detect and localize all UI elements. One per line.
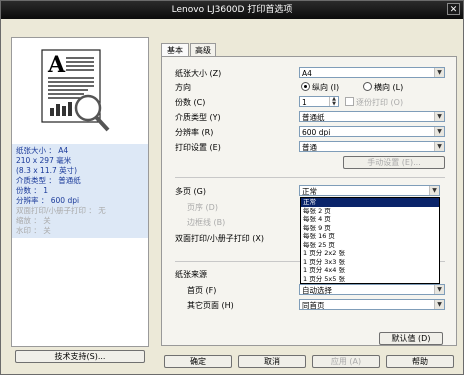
tab-basic[interactable]: 基本 xyxy=(161,43,189,57)
support-button[interactable]: 技术支持(S)... xyxy=(15,350,145,363)
settings-summary: 纸张大小 ： A4 210 x 297 毫米 (8.3 x 11.7 英寸) 介… xyxy=(12,144,148,238)
summary-media-type: 介质类型 ： 普通纸 xyxy=(16,176,81,185)
print-settings-value: 普通 xyxy=(302,143,317,152)
first-page-label: 首页 (F) xyxy=(187,286,217,295)
media-type-label: 介质类型 (Y) xyxy=(175,113,221,122)
other-pages-value: 同首页 xyxy=(302,301,325,310)
dropdown-option[interactable]: 每张 4 页 xyxy=(301,215,439,224)
collate-label: 逐份打印 (O) xyxy=(356,98,404,107)
dropdown-option[interactable]: 每张 16 页 xyxy=(301,232,439,241)
dropdown-option[interactable]: 每张 9 页 xyxy=(301,224,439,233)
paper-size-value: A4 xyxy=(302,69,312,78)
duplex-label: 双面打印/小册子打印 (X) xyxy=(175,234,264,243)
first-page-select[interactable]: 自动选择 ▼ xyxy=(299,284,445,295)
chevron-down-icon: ▼ xyxy=(434,285,444,294)
other-pages-select[interactable]: 同首页 ▼ xyxy=(299,299,445,310)
copies-label: 份数 (C) xyxy=(175,98,206,107)
multipage-dropdown-list[interactable]: 正常 每张 2 页 每张 4 页 每张 9 页 每张 16 页 每张 25 页 … xyxy=(300,197,440,284)
summary-copies: 份数 ： 1 xyxy=(16,186,49,195)
tab-advanced[interactable]: 高级 xyxy=(190,43,216,56)
print-settings-label: 打印设置 (E) xyxy=(175,143,221,152)
ok-button[interactable]: 确定 xyxy=(164,355,232,368)
summary-scaling: 缩放 ： 关 xyxy=(16,216,51,225)
chevron-down-icon: ▼ xyxy=(434,68,444,77)
media-type-select[interactable]: 普通纸 ▼ xyxy=(299,111,445,122)
portrait-radio[interactable]: 纵向 (I) xyxy=(301,82,339,93)
dropdown-option[interactable]: 1 页分 5x5 张 xyxy=(301,275,439,284)
paper-size-label: 纸张大小 (Z) xyxy=(175,69,222,78)
dropdown-option[interactable]: 正常 xyxy=(301,198,439,207)
default-button[interactable]: 默认值 (D) xyxy=(379,332,443,345)
landscape-label: 横向 (L) xyxy=(374,83,404,92)
radio-selected-icon xyxy=(301,82,310,91)
print-settings-select[interactable]: 普通 ▼ xyxy=(299,141,445,152)
paper-source-label: 纸张来源 xyxy=(175,270,207,279)
close-button[interactable]: ✕ xyxy=(447,3,460,15)
chevron-down-icon: ▼ xyxy=(434,127,444,136)
chevron-down-icon: ▼ xyxy=(429,186,439,195)
chevron-down-icon: ▼ xyxy=(434,300,444,309)
chevron-down-icon: ▼ xyxy=(434,142,444,151)
dropdown-option[interactable]: 每张 2 页 xyxy=(301,207,439,216)
summary-paper-size: 纸张大小 ： A4 xyxy=(16,146,69,155)
window-title: Lenovo LJ3600D 打印首选项 xyxy=(171,5,293,15)
checkbox-icon xyxy=(345,97,354,106)
paper-size-select[interactable]: A4 ▼ xyxy=(299,67,445,78)
landscape-radio[interactable]: 横向 (L) xyxy=(363,82,403,93)
multipage-label: 多页 (G) xyxy=(175,187,206,196)
resolution-select[interactable]: 600 dpi ▼ xyxy=(299,126,445,137)
manual-settings-button[interactable]: 手动设置 (E)... xyxy=(343,156,445,169)
first-page-value: 自动选择 xyxy=(302,286,332,295)
dropdown-option[interactable]: 1 页分 2x2 张 xyxy=(301,249,439,258)
collate-checkbox[interactable]: 逐份打印 (O) xyxy=(345,97,403,108)
dropdown-option[interactable]: 每张 25 页 xyxy=(301,241,439,250)
apply-button[interactable]: 应用 (A) xyxy=(312,355,380,368)
cancel-button[interactable]: 取消 xyxy=(238,355,306,368)
svg-text:A: A xyxy=(47,52,66,78)
spinner-arrows-icon[interactable]: ▲ ▼ xyxy=(329,97,338,106)
multipage-select[interactable]: 正常 ▼ xyxy=(299,185,440,196)
border-line-label: 边框线 (B) xyxy=(187,218,226,227)
summary-resolution: 分辨率 ： 600 dpi xyxy=(16,196,80,205)
chevron-down-icon: ▼ xyxy=(434,112,444,121)
media-type-value: 普通纸 xyxy=(302,113,325,122)
summary-watermark: 水印 ： 关 xyxy=(16,226,51,235)
summary-duplex: 双面打印/小册子打印 ： 无 xyxy=(16,206,106,215)
dropdown-option[interactable]: 1 页分 4x4 张 xyxy=(301,266,439,275)
resolution-value: 600 dpi xyxy=(302,128,331,137)
print-preferences-window: Lenovo LJ3600D 打印首选项 ✕ A 纸张大小 ： A4 210 x xyxy=(0,0,464,375)
radio-empty-icon xyxy=(363,82,372,91)
copies-stepper[interactable]: 1 ▲ ▼ xyxy=(299,96,339,107)
help-button[interactable]: 帮助 xyxy=(386,355,454,368)
orientation-label: 方向 xyxy=(175,83,191,92)
page-order-label: 页序 (D) xyxy=(187,203,218,212)
summary-dimensions-in: (8.3 x 11.7 英寸) xyxy=(16,166,78,175)
other-pages-label: 其它页面 (H) xyxy=(187,301,234,310)
multipage-value: 正常 xyxy=(302,187,317,196)
copies-value: 1 xyxy=(302,98,307,107)
portrait-label: 纵向 (I) xyxy=(312,83,340,92)
dropdown-option[interactable]: 1 页分 3x3 张 xyxy=(301,258,439,267)
summary-dimensions-mm: 210 x 297 毫米 xyxy=(16,156,72,165)
divider xyxy=(175,177,445,178)
title-bar: Lenovo LJ3600D 打印首选项 ✕ xyxy=(1,1,463,19)
page-preview-icon: A xyxy=(41,49,110,132)
preview-panel: A 纸张大小 ： A4 210 x 297 毫米 (8.3 x 11.7 英寸)… xyxy=(11,37,149,347)
resolution-label: 分辨率 (R) xyxy=(175,128,214,137)
